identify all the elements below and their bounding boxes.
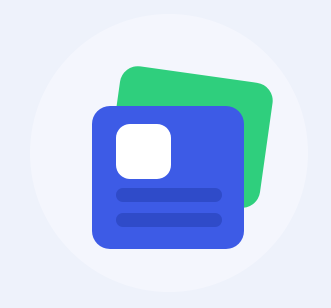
icon-illustration (0, 0, 331, 308)
front-card (92, 106, 244, 249)
id-card-stack-icon (0, 0, 331, 308)
photo-box (116, 124, 171, 179)
